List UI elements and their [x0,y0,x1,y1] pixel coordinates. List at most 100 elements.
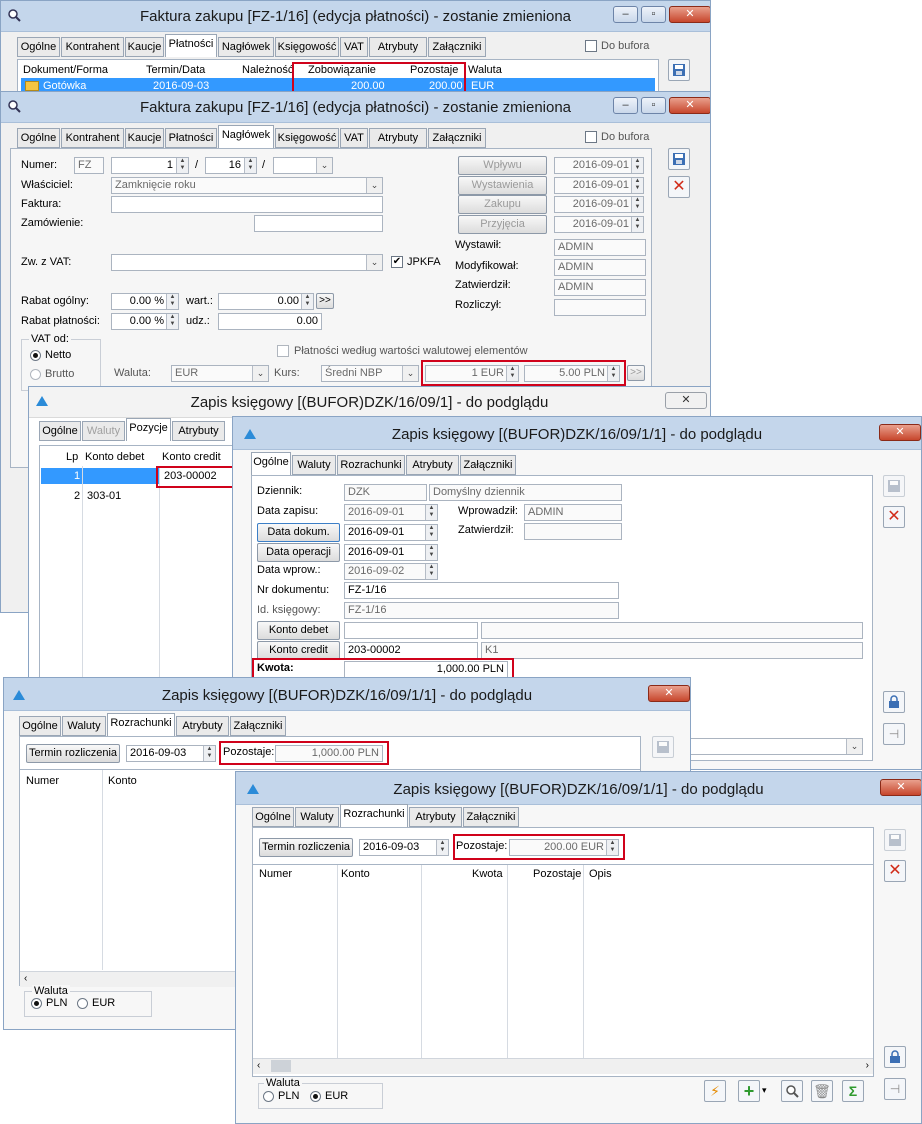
date-zakupu-field[interactable]: 2016-09-01 ▲ ▼ [554,196,644,213]
rabat-platnosci-field[interactable]: 0.00 % ▲ ▼ [111,313,179,330]
tab-platnosci[interactable]: Płatności [165,34,217,57]
close-button[interactable]: ✕ [648,685,690,702]
data-dokum-field[interactable]: 2016-09-01 ▲ ▼ [344,524,438,541]
spinner[interactable]: ▲ ▼ [631,197,643,212]
col-header-konto[interactable]: Konto [108,775,137,787]
pin-icon[interactable]: ⊣ [884,1078,906,1100]
add-dropdown-arrow[interactable]: ▾ [762,1085,767,1096]
tab-vat[interactable]: VAT [340,128,368,148]
tab-atrybuty[interactable]: Atrybuty [369,37,427,57]
tab-naglowek[interactable]: Nagłówek [218,125,274,148]
zamowienie-field[interactable] [254,215,383,232]
spinner[interactable]: ▲ ▼ [425,564,437,579]
spinner[interactable]: ▲ ▼ [631,217,643,232]
termin-field[interactable]: 2016-09-03 ▲ ▼ [359,839,449,856]
data-dokum-button[interactable]: Data dokum. [257,523,340,542]
eur-radio[interactable] [310,1091,321,1102]
termin-field[interactable]: 2016-09-03 ▲ ▼ [126,745,216,762]
rok-field[interactable]: 16 ▲ ▼ [205,157,257,174]
title-bar[interactable]: Zapis księgowy [(BUFOR)DZK/16/09/1/1] - … [233,417,921,450]
scroll-right-arrow[interactable]: › [866,1060,869,1071]
cell-lp[interactable]: 2 [74,490,80,502]
close-button[interactable]: ✕ [880,779,921,796]
tab-atrybuty[interactable]: Atrybuty [369,128,427,148]
numer-suffix-select[interactable]: ⌄ [273,157,333,174]
close-button[interactable]: ✕ [669,97,710,114]
spinner[interactable]: ▲ ▼ [425,505,437,520]
title-bar[interactable]: Zapis księgowy [(BUFOR)DZK/16/09/1] - do… [29,387,710,418]
spinner[interactable]: ▲ ▼ [425,545,437,560]
pln-radio[interactable] [263,1091,274,1102]
nr-dokumentu-field[interactable]: FZ-1/16 [344,582,619,599]
wart-field[interactable]: 0.00 ▲ ▼ [218,293,314,310]
tab-kontrahent[interactable]: Kontrahent [61,128,124,148]
platnosci-wg-checkbox[interactable] [277,345,289,357]
tab-kaucje[interactable]: Kaucje [125,37,164,57]
tab-platnosci[interactable]: Płatności [165,128,217,148]
maximize-button[interactable]: ▫ [641,97,666,114]
tab-zalaczniki[interactable]: Załączniki [428,37,486,57]
tab-ksiegowosc[interactable]: Księgowość [275,37,339,57]
col-header-konto-debet[interactable]: Konto debet [85,451,144,463]
date-wystawienia-field[interactable]: 2016-09-01 ▲ ▼ [554,177,644,194]
tab-rozrachunki[interactable]: Rozrachunki [107,713,175,736]
more-button[interactable]: >> [316,293,334,309]
tab-zalaczniki[interactable]: Załączniki [463,807,519,827]
close-button[interactable]: ✕ [665,392,707,409]
tab-naglowek[interactable]: Nagłówek [218,37,274,57]
sigma-icon[interactable]: Σ [842,1080,864,1102]
spinner[interactable]: ▲ ▼ [166,314,178,329]
brutto-radio[interactable] [30,369,41,380]
data-operacji-field[interactable]: 2016-09-01 ▲ ▼ [344,544,438,561]
scroll-left-arrow[interactable]: ‹ [257,1060,260,1071]
spinner[interactable]: ▲ ▼ [203,746,215,761]
save-icon[interactable] [668,148,690,170]
cancel-icon[interactable]: ✕ [884,860,906,882]
lightning-icon[interactable]: ⚡ [704,1080,726,1102]
konto-debet-field[interactable] [344,622,478,639]
tab-vat[interactable]: VAT [340,37,368,57]
pin-icon[interactable]: ⊣ [883,723,905,745]
scroll-thumb[interactable] [271,1060,291,1072]
col-header-pozostaje[interactable]: Pozostaje [533,868,581,880]
kurs-more-button[interactable]: >> [627,365,645,381]
tab-ogolne[interactable]: Ogólne [19,716,61,736]
tab-waluty[interactable]: Waluty [82,421,125,441]
konto-debet-button[interactable]: Konto debet [257,621,340,640]
eur-radio[interactable] [77,998,88,1009]
konto-credit-field[interactable]: 203-00002 [344,642,478,659]
horizontal-scrollbar[interactable]: ‹ › [253,1058,873,1074]
termin-rozliczenia-button[interactable]: Termin rozliczenia [26,744,120,763]
col-header-konto[interactable]: Konto [341,868,370,880]
save-icon[interactable] [883,475,905,497]
col-header-konto-credit[interactable]: Konto credit [162,451,221,463]
do-bufora-checkbox[interactable] [585,131,597,143]
do-bufora-checkbox[interactable] [585,40,597,52]
tab-ogolne[interactable]: Ogólne [252,807,294,827]
tab-atrybuty[interactable]: Atrybuty [172,421,225,441]
kurs-type-select[interactable]: Średni NBP ⌄ [321,365,419,382]
search-icon[interactable] [781,1080,803,1102]
tab-waluty[interactable]: Waluty [62,716,106,736]
trash-icon[interactable]: 🗑 [811,1080,833,1102]
tab-ogolne[interactable]: Ogólne [17,128,60,148]
lock-icon[interactable] [883,691,905,713]
data-wprow-field[interactable]: 2016-09-02 ▲ ▼ [344,563,438,580]
table-row[interactable]: 1 [41,468,159,484]
date-wplywu-field[interactable]: 2016-09-01 ▲ ▼ [554,157,644,174]
cell-debet[interactable]: 303-01 [87,490,121,502]
tab-kaucje[interactable]: Kaucje [125,128,164,148]
tab-pozycje[interactable]: Pozycje [126,418,171,441]
tab-ogolne[interactable]: Ogólne [39,421,81,441]
rok-spinner[interactable]: ▲ ▼ [244,158,256,173]
title-bar[interactable]: Zapis księgowy [(BUFOR)DZK/16/09/1/1] - … [4,678,690,711]
date-zakupu-button[interactable]: Zakupu [458,195,547,214]
minimize-button[interactable]: – [613,97,638,114]
data-zapisu-field[interactable]: 2016-09-01 ▲ ▼ [344,504,438,521]
lock-icon[interactable] [884,1046,906,1068]
zw-vat-select[interactable]: ⌄ [111,254,383,271]
tab-ogolne[interactable]: Ogólne [251,452,291,475]
spinner[interactable]: ▲ ▼ [425,525,437,540]
maximize-button[interactable]: ▫ [641,6,666,23]
tab-zalaczniki[interactable]: Załączniki [460,455,516,475]
